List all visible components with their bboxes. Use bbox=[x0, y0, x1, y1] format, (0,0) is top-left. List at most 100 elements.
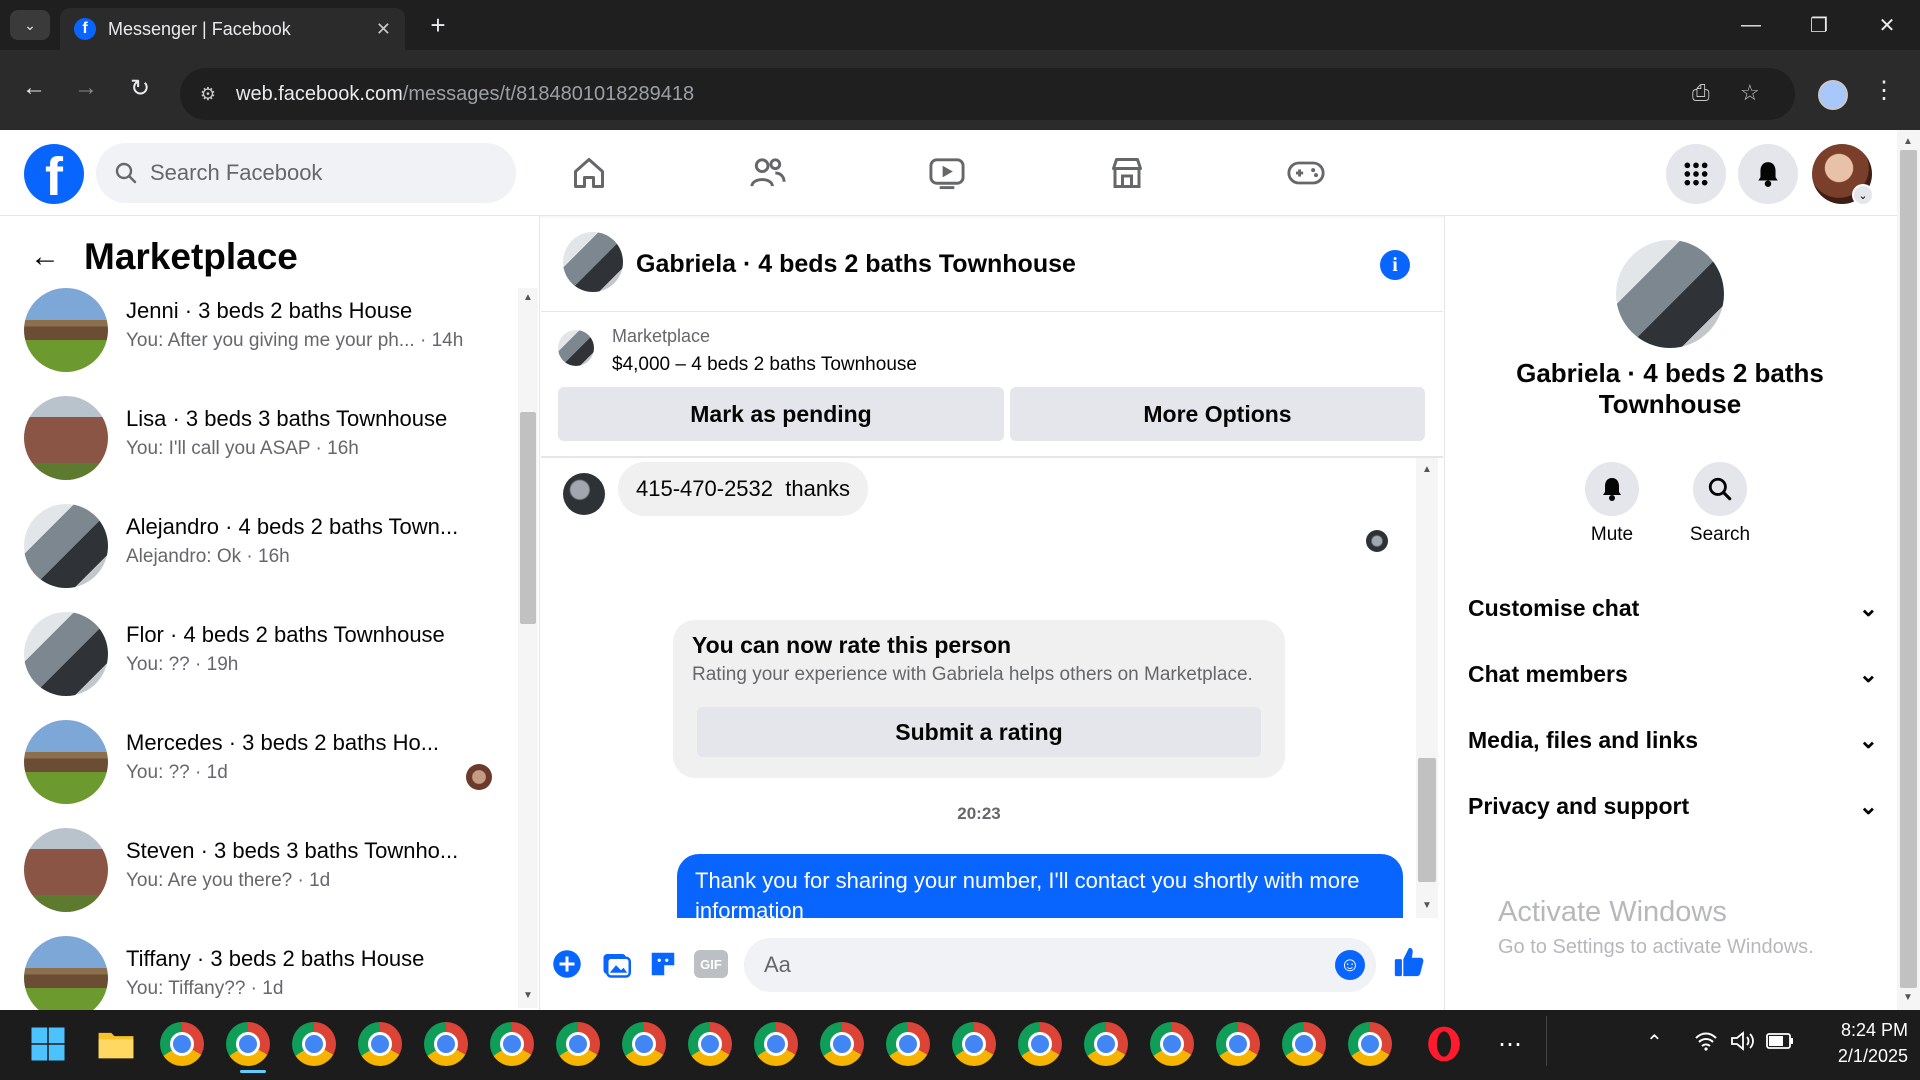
opera-browser-icon[interactable] bbox=[1422, 1022, 1466, 1066]
mark-as-pending-button[interactable]: Mark as pending bbox=[558, 387, 1004, 441]
video-icon[interactable] bbox=[922, 150, 972, 196]
restore-button[interactable]: ❐ bbox=[1784, 0, 1854, 50]
chat-avatar[interactable] bbox=[563, 232, 623, 292]
chrome-taskbar-icon[interactable] bbox=[688, 1022, 732, 1066]
conversation-list-scrollbar[interactable] bbox=[518, 288, 538, 1008]
chrome-taskbar-icon[interactable] bbox=[622, 1022, 666, 1066]
incoming-message-bubble[interactable]: 415-470-2532 thanks bbox=[618, 462, 869, 516]
chat-title[interactable]: Gabriela · 4 beds 2 baths Townhouse bbox=[636, 250, 1076, 279]
conversation-item[interactable]: Lisa · 3 beds 3 baths Townhouse You: I'l… bbox=[0, 378, 520, 486]
search-in-chat-button[interactable] bbox=[1693, 462, 1747, 516]
more-apps-icon[interactable]: ⋯ bbox=[1488, 1022, 1532, 1066]
scroll-up-arrow-icon[interactable]: ▲ bbox=[1903, 136, 1913, 147]
scroll-down-arrow-icon[interactable]: ▼ bbox=[1903, 992, 1913, 1003]
info-icon[interactable]: i bbox=[1380, 250, 1410, 280]
customise-chat-section[interactable]: Customise chat ⌄ bbox=[1468, 586, 1878, 630]
chevron-down-icon[interactable]: ⌄ bbox=[1852, 184, 1874, 206]
facebook-logo[interactable]: f bbox=[24, 144, 84, 204]
scrollbar-thumb[interactable] bbox=[1900, 150, 1917, 988]
clock-date[interactable]: 2/1/2025 bbox=[1810, 1046, 1908, 1067]
scrollbar-thumb[interactable] bbox=[520, 412, 536, 624]
show-hidden-icons-chevron-icon[interactable]: ⌃ bbox=[1646, 1030, 1663, 1055]
gif-icon[interactable]: GIF bbox=[694, 950, 728, 978]
thumbs-up-icon[interactable] bbox=[1392, 945, 1426, 979]
chrome-taskbar-icon[interactable] bbox=[556, 1022, 600, 1066]
scroll-up-arrow-icon[interactable]: ▲ bbox=[1422, 464, 1432, 475]
contact-avatar[interactable] bbox=[1616, 240, 1724, 348]
chrome-taskbar-icon[interactable] bbox=[754, 1022, 798, 1066]
scrollbar-thumb[interactable] bbox=[1418, 758, 1436, 882]
gaming-icon[interactable] bbox=[1281, 150, 1331, 196]
tab-search-button[interactable]: ⌄ bbox=[10, 10, 50, 40]
listing-thumbnail bbox=[24, 828, 108, 912]
file-explorer-icon[interactable] bbox=[94, 1022, 138, 1066]
scroll-down-arrow-icon[interactable]: ▼ bbox=[523, 990, 533, 1001]
windows-activation-title: Activate Windows bbox=[1498, 896, 1727, 928]
chrome-taskbar-icon[interactable] bbox=[952, 1022, 996, 1066]
chrome-taskbar-icon[interactable] bbox=[160, 1022, 204, 1066]
battery-icon[interactable] bbox=[1766, 1032, 1794, 1055]
bookmark-star-icon[interactable]: ☆ bbox=[1740, 80, 1760, 106]
facebook-search-input[interactable]: Search Facebook bbox=[96, 143, 516, 203]
submit-rating-button[interactable]: Submit a rating bbox=[697, 707, 1261, 757]
address-bar[interactable]: ⚙ web.facebook.com/messages/t/8184801018… bbox=[180, 68, 1795, 120]
privacy-support-section[interactable]: Privacy and support ⌄ bbox=[1468, 784, 1878, 828]
chrome-taskbar-icon[interactable] bbox=[292, 1022, 336, 1066]
volume-icon[interactable] bbox=[1730, 1030, 1756, 1057]
reload-button[interactable]: ↻ bbox=[118, 66, 162, 110]
clock-time[interactable]: 8:24 PM bbox=[1810, 1020, 1908, 1041]
chrome-profile-avatar[interactable] bbox=[1818, 80, 1848, 110]
mute-button[interactable] bbox=[1585, 462, 1639, 516]
notifications-bell-icon[interactable] bbox=[1738, 144, 1798, 204]
friends-icon[interactable] bbox=[743, 150, 793, 196]
message-input[interactable]: Aa bbox=[744, 938, 1376, 992]
back-button[interactable]: ← bbox=[12, 66, 56, 110]
forward-button[interactable]: → bbox=[64, 66, 108, 110]
menu-grid-icon[interactable] bbox=[1666, 144, 1726, 204]
chrome-taskbar-icon[interactable] bbox=[886, 1022, 930, 1066]
emoji-icon[interactable]: ☺ bbox=[1335, 950, 1365, 980]
conversation-item[interactable]: Tiffany · 3 beds 2 baths House You: Tiff… bbox=[0, 918, 520, 1010]
install-app-icon[interactable]: ⎙ bbox=[1692, 80, 1710, 106]
chrome-taskbar-icon[interactable] bbox=[1216, 1022, 1260, 1066]
conversation-item[interactable]: Alejandro · 4 beds 2 baths Town... Aleja… bbox=[0, 486, 520, 594]
browser-tab[interactable]: f Messenger | Facebook ✕ bbox=[60, 8, 405, 50]
minimize-button[interactable]: — bbox=[1716, 0, 1786, 50]
windows-start-icon[interactable] bbox=[26, 1022, 70, 1066]
listing-summary[interactable]: $4,000 – 4 beds 2 baths Townhouse bbox=[612, 354, 917, 376]
chrome-menu-icon[interactable]: ⋮ bbox=[1872, 76, 1896, 105]
conversation-item[interactable]: Jenni · 3 beds 2 baths House You: After … bbox=[0, 270, 520, 378]
conversation-item[interactable]: Mercedes · 3 beds 2 baths Ho... You: ?? … bbox=[0, 702, 520, 810]
scroll-down-arrow-icon[interactable]: ▼ bbox=[1422, 900, 1432, 911]
conversation-item[interactable]: Steven · 3 beds 3 baths Townho... You: A… bbox=[0, 810, 520, 918]
back-arrow-icon[interactable]: ← bbox=[30, 240, 60, 274]
chrome-taskbar-icon[interactable] bbox=[358, 1022, 402, 1066]
scroll-up-arrow-icon[interactable]: ▲ bbox=[523, 292, 533, 303]
wifi-icon[interactable] bbox=[1694, 1030, 1718, 1058]
outgoing-message-bubble[interactable]: Thank you for sharing your number, I'll … bbox=[677, 854, 1403, 918]
sender-avatar bbox=[563, 473, 605, 515]
more-options-button[interactable]: More Options bbox=[1010, 387, 1425, 441]
chrome-taskbar-icon[interactable] bbox=[1348, 1022, 1392, 1066]
marketplace-icon[interactable] bbox=[1102, 150, 1152, 196]
new-tab-button[interactable]: + bbox=[422, 10, 454, 40]
chrome-taskbar-icon[interactable] bbox=[1018, 1022, 1062, 1066]
chrome-taskbar-icon[interactable] bbox=[820, 1022, 864, 1066]
plus-circle-icon[interactable] bbox=[550, 947, 584, 981]
chrome-taskbar-icon[interactable] bbox=[1282, 1022, 1326, 1066]
chrome-taskbar-icon[interactable] bbox=[424, 1022, 468, 1066]
chrome-taskbar-icon[interactable] bbox=[226, 1022, 270, 1066]
sticker-icon[interactable] bbox=[646, 947, 680, 981]
close-tab-icon[interactable]: ✕ bbox=[376, 19, 391, 40]
chat-members-section[interactable]: Chat members ⌄ bbox=[1468, 652, 1878, 696]
site-info-icon[interactable]: ⚙ bbox=[194, 80, 222, 108]
close-window-button[interactable]: ✕ bbox=[1852, 0, 1920, 50]
chrome-taskbar-icon[interactable] bbox=[1084, 1022, 1128, 1066]
media-files-links-section[interactable]: Media, files and links ⌄ bbox=[1468, 718, 1878, 762]
conversation-preview: You: ?? · 1d bbox=[126, 762, 228, 783]
chrome-taskbar-icon[interactable] bbox=[490, 1022, 534, 1066]
home-icon[interactable] bbox=[564, 150, 614, 196]
chrome-taskbar-icon[interactable] bbox=[1150, 1022, 1194, 1066]
photo-icon[interactable] bbox=[599, 947, 633, 981]
conversation-item[interactable]: Flor · 4 beds 2 baths Townhouse You: ?? … bbox=[0, 594, 520, 702]
